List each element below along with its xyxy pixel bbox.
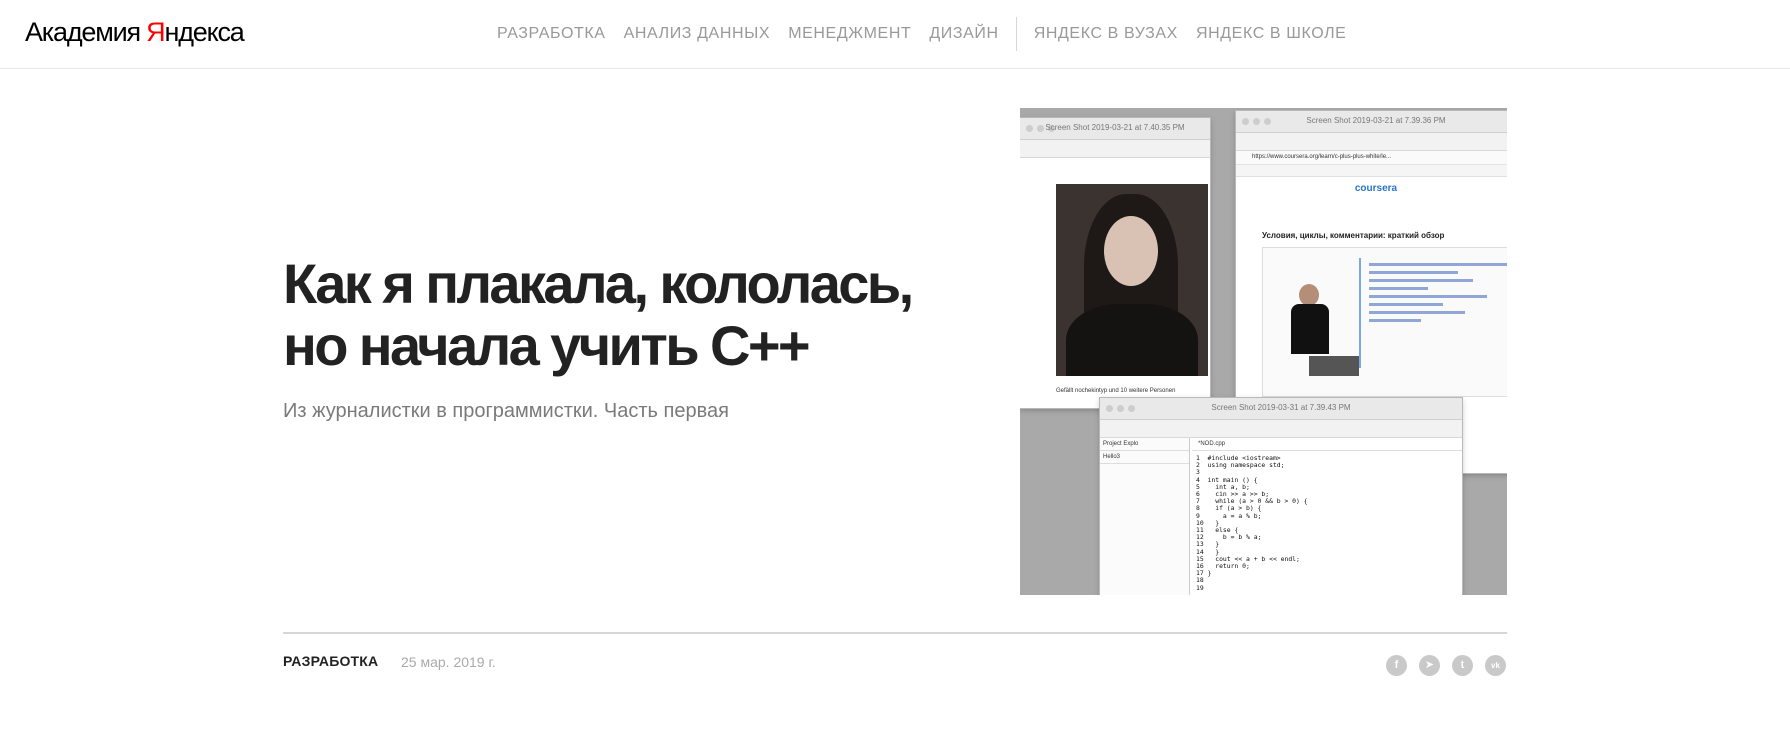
window-titlebar: Screen Shot 2019-03-21 at 7.40.35 PM: [1020, 118, 1210, 140]
project-item: Hello3: [1100, 451, 1189, 464]
portrait-photo: [1056, 184, 1208, 376]
window-toolbar: [1100, 420, 1462, 438]
logo-text-yandex: Яндекса: [146, 17, 245, 47]
article-category-link[interactable]: РАЗРАБОТКА: [283, 653, 378, 669]
code-listing: 1 #include <iostream> 2 using namespace …: [1196, 454, 1308, 592]
window-titlebar: Screen Shot 2019-03-21 at 7.39.36 PM: [1236, 111, 1507, 133]
coursera-logo: coursera: [1354, 183, 1398, 194]
logo-text-yandex-rest: ндекса: [164, 17, 244, 47]
editor-tab: *NOD.cpp: [1192, 438, 1462, 451]
share-buttons: f ➤ t vk: [1386, 655, 1506, 676]
facebook-icon[interactable]: f: [1386, 655, 1407, 676]
article-date: 25 мар. 2019 г.: [401, 654, 496, 670]
window-toolbar: [1020, 140, 1210, 158]
browser-address-bar: https://www.coursera.org/learn/c-plus-pl…: [1236, 151, 1507, 165]
nav-divider: [1015, 17, 1017, 51]
vk-icon[interactable]: vk: [1485, 655, 1506, 676]
nav-item-design[interactable]: ДИЗАЙН: [929, 24, 998, 44]
browser-bookmarks-bar: [1236, 165, 1507, 177]
window-title: Screen Shot 2019-03-21 at 7.40.35 PM: [1045, 123, 1185, 132]
window-titlebar: Screen Shot 2019-03-31 at 7.39.43 PM: [1100, 398, 1462, 420]
screenshot-window-photo: Screen Shot 2019-03-21 at 7.40.35 PM Gef…: [1020, 118, 1210, 408]
telegram-icon[interactable]: ➤: [1419, 655, 1440, 676]
twitter-icon[interactable]: t: [1452, 655, 1473, 676]
nav-item-data-analysis[interactable]: АНАЛИЗ ДАННЫХ: [624, 24, 771, 44]
screenshot-window-ide: Screen Shot 2019-03-31 at 7.39.43 PM Pro…: [1100, 398, 1462, 595]
lesson-title: Условия, циклы, комментарии: краткий обз…: [1262, 231, 1445, 240]
lecture-video: [1262, 247, 1507, 397]
project-explorer: Project Explo Hello3: [1100, 438, 1190, 595]
site-header: Академия Яндекса РАЗРАБОТКА АНАЛИЗ ДАННЫ…: [0, 0, 1790, 69]
window-title: Screen Shot 2019-03-21 at 7.39.36 PM: [1306, 116, 1446, 125]
photo-likes-caption: Gefällt nochekintyp und 10 weitere Perso…: [1056, 388, 1176, 394]
nav-item-yandex-universities[interactable]: ЯНДЕКС В ВУЗАХ: [1034, 24, 1178, 44]
article-subtitle: Из журналистки в программистки. Часть пе…: [283, 400, 729, 422]
nav-item-development[interactable]: РАЗРАБОТКА: [497, 24, 606, 44]
code-editor: *NOD.cpp 1 #include <iostream> 2 using n…: [1192, 438, 1462, 595]
window-toolbar: [1236, 133, 1507, 151]
nav-item-yandex-school[interactable]: ЯНДЕКС В ШКОЛЕ: [1196, 24, 1347, 44]
window-title: Screen Shot 2019-03-31 at 7.39.43 PM: [1211, 403, 1351, 412]
meta-divider: [283, 632, 1507, 634]
logo[interactable]: Академия Яндекса: [25, 15, 245, 49]
main-nav: РАЗРАБОТКА АНАЛИЗ ДАННЫХ МЕНЕДЖМЕНТ ДИЗА…: [497, 17, 1364, 51]
logo-letter-ya: Я: [146, 17, 166, 47]
logo-text-academy: Академия: [25, 17, 147, 47]
nav-item-management[interactable]: МЕНЕДЖМЕНТ: [788, 24, 911, 44]
project-explorer-tab: Project Explo: [1100, 438, 1189, 451]
article-title: Как я плакала, кололась, но начала учить…: [283, 252, 914, 377]
article-cover-image: Screen Shot 2019-03-21 at 7.40.35 PM Gef…: [1020, 108, 1507, 595]
